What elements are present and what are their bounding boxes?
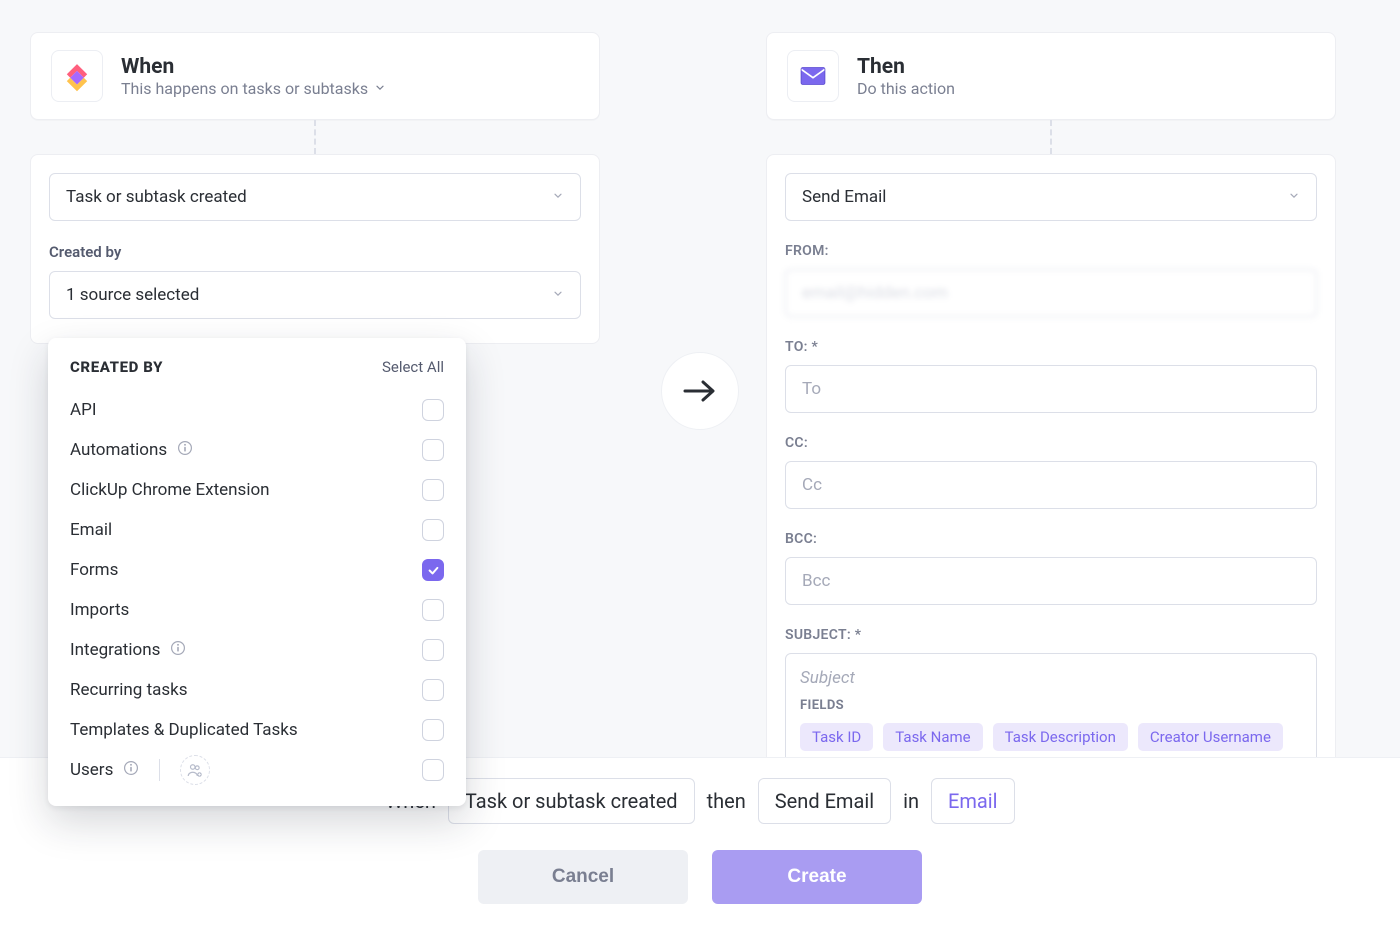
option-label: API	[70, 400, 96, 420]
option-checkbox[interactable]	[422, 719, 444, 741]
created-by-option[interactable]: Users	[70, 750, 444, 790]
bcc-input[interactable]: Bcc	[785, 557, 1317, 605]
option-label: Email	[70, 520, 112, 540]
created-by-popover: CREATED BY Select All API Automations Clic…	[48, 338, 466, 806]
field-pill[interactable]: Task Name	[883, 723, 982, 751]
in-word: in	[903, 789, 919, 813]
created-by-option[interactable]: Automations	[70, 430, 444, 470]
option-label: ClickUp Chrome Extension	[70, 480, 270, 500]
created-by-option[interactable]: Forms	[70, 550, 444, 590]
chevron-down-icon	[1288, 187, 1300, 207]
when-title: When	[121, 55, 386, 79]
option-label: Imports	[70, 600, 129, 620]
action-select-value: Send Email	[802, 187, 886, 207]
option-label: Integrations	[70, 640, 186, 661]
option-label: Automations	[70, 440, 193, 461]
flow-arrow	[661, 352, 739, 430]
fields-caption: FIELDS	[800, 698, 1302, 713]
chevron-down-icon	[552, 285, 564, 305]
email-icon	[787, 50, 839, 102]
cancel-button[interactable]: Cancel	[478, 850, 688, 904]
created-by-option[interactable]: Email	[70, 510, 444, 550]
option-checkbox[interactable]	[422, 439, 444, 461]
option-label: Forms	[70, 560, 118, 580]
option-label: Users	[70, 755, 210, 785]
summary-sentence: When Task or subtask created then Send E…	[385, 778, 1014, 824]
field-pill[interactable]: Task ID	[800, 723, 873, 751]
subject-label: SUBJECT: *	[785, 627, 1317, 643]
created-by-select-value: 1 source selected	[66, 285, 199, 305]
option-checkbox[interactable]	[422, 679, 444, 701]
bcc-label: BCC:	[785, 531, 1317, 547]
when-subtitle-dropdown[interactable]: This happens on tasks or subtasks	[121, 79, 386, 98]
info-icon	[177, 440, 193, 461]
connector-line	[1050, 120, 1052, 154]
select-all-button[interactable]: Select All	[382, 358, 444, 376]
option-label: Templates & Duplicated Tasks	[70, 720, 298, 740]
cc-label: CC:	[785, 435, 1317, 451]
chevron-down-icon	[552, 187, 564, 207]
clickup-logo-icon	[51, 50, 103, 102]
when-card: When This happens on tasks or subtasks	[30, 32, 600, 120]
connector-line	[314, 120, 316, 154]
when-chip[interactable]: Task or subtask created	[448, 778, 695, 824]
field-pill[interactable]: Creator Username	[1138, 723, 1283, 751]
created-by-option[interactable]: Recurring tasks	[70, 670, 444, 710]
option-checkbox[interactable]	[422, 759, 444, 781]
separator	[159, 759, 160, 781]
option-label: Recurring tasks	[70, 680, 188, 700]
created-by-option[interactable]: ClickUp Chrome Extension	[70, 470, 444, 510]
then-chip[interactable]: Send Email	[758, 778, 891, 824]
option-checkbox[interactable]	[422, 639, 444, 661]
info-icon	[123, 760, 139, 781]
when-subtitle-text: This happens on tasks or subtasks	[121, 79, 368, 98]
popover-title: CREATED BY	[70, 358, 163, 376]
option-checkbox[interactable]	[422, 559, 444, 581]
created-by-option[interactable]: Imports	[70, 590, 444, 630]
to-input[interactable]: To	[785, 365, 1317, 413]
trigger-card: Task or subtask created Created by 1 sou…	[30, 154, 600, 344]
created-by-option[interactable]: Integrations	[70, 630, 444, 670]
created-by-option[interactable]: API	[70, 390, 444, 430]
to-label: TO: *	[785, 339, 1317, 355]
option-checkbox[interactable]	[422, 479, 444, 501]
field-pill[interactable]: Task Description	[993, 723, 1128, 751]
from-input[interactable]: email@hidden.com	[785, 269, 1317, 317]
then-card: Then Do this action	[766, 32, 1336, 120]
add-user-icon[interactable]	[180, 755, 210, 785]
trigger-select[interactable]: Task or subtask created	[49, 173, 581, 221]
option-checkbox[interactable]	[422, 399, 444, 421]
then-word: then	[707, 789, 746, 813]
action-card: Send Email FROM: email@hidden.com TO: * …	[766, 154, 1336, 825]
from-label: FROM:	[785, 243, 1317, 259]
action-select[interactable]: Send Email	[785, 173, 1317, 221]
then-title: Then	[857, 55, 955, 79]
created-by-label: Created by	[49, 243, 581, 261]
chevron-down-icon	[374, 79, 386, 98]
cc-input[interactable]: Cc	[785, 461, 1317, 509]
trigger-select-value: Task or subtask created	[66, 187, 247, 207]
created-by-option[interactable]: Templates & Duplicated Tasks	[70, 710, 444, 750]
create-button[interactable]: Create	[712, 850, 922, 904]
in-chip[interactable]: Email	[931, 778, 1015, 824]
info-icon	[170, 640, 186, 661]
option-checkbox[interactable]	[422, 599, 444, 621]
created-by-select[interactable]: 1 source selected	[49, 271, 581, 319]
option-checkbox[interactable]	[422, 519, 444, 541]
subject-placeholder: Subject	[800, 668, 1302, 688]
then-subtitle: Do this action	[857, 79, 955, 98]
